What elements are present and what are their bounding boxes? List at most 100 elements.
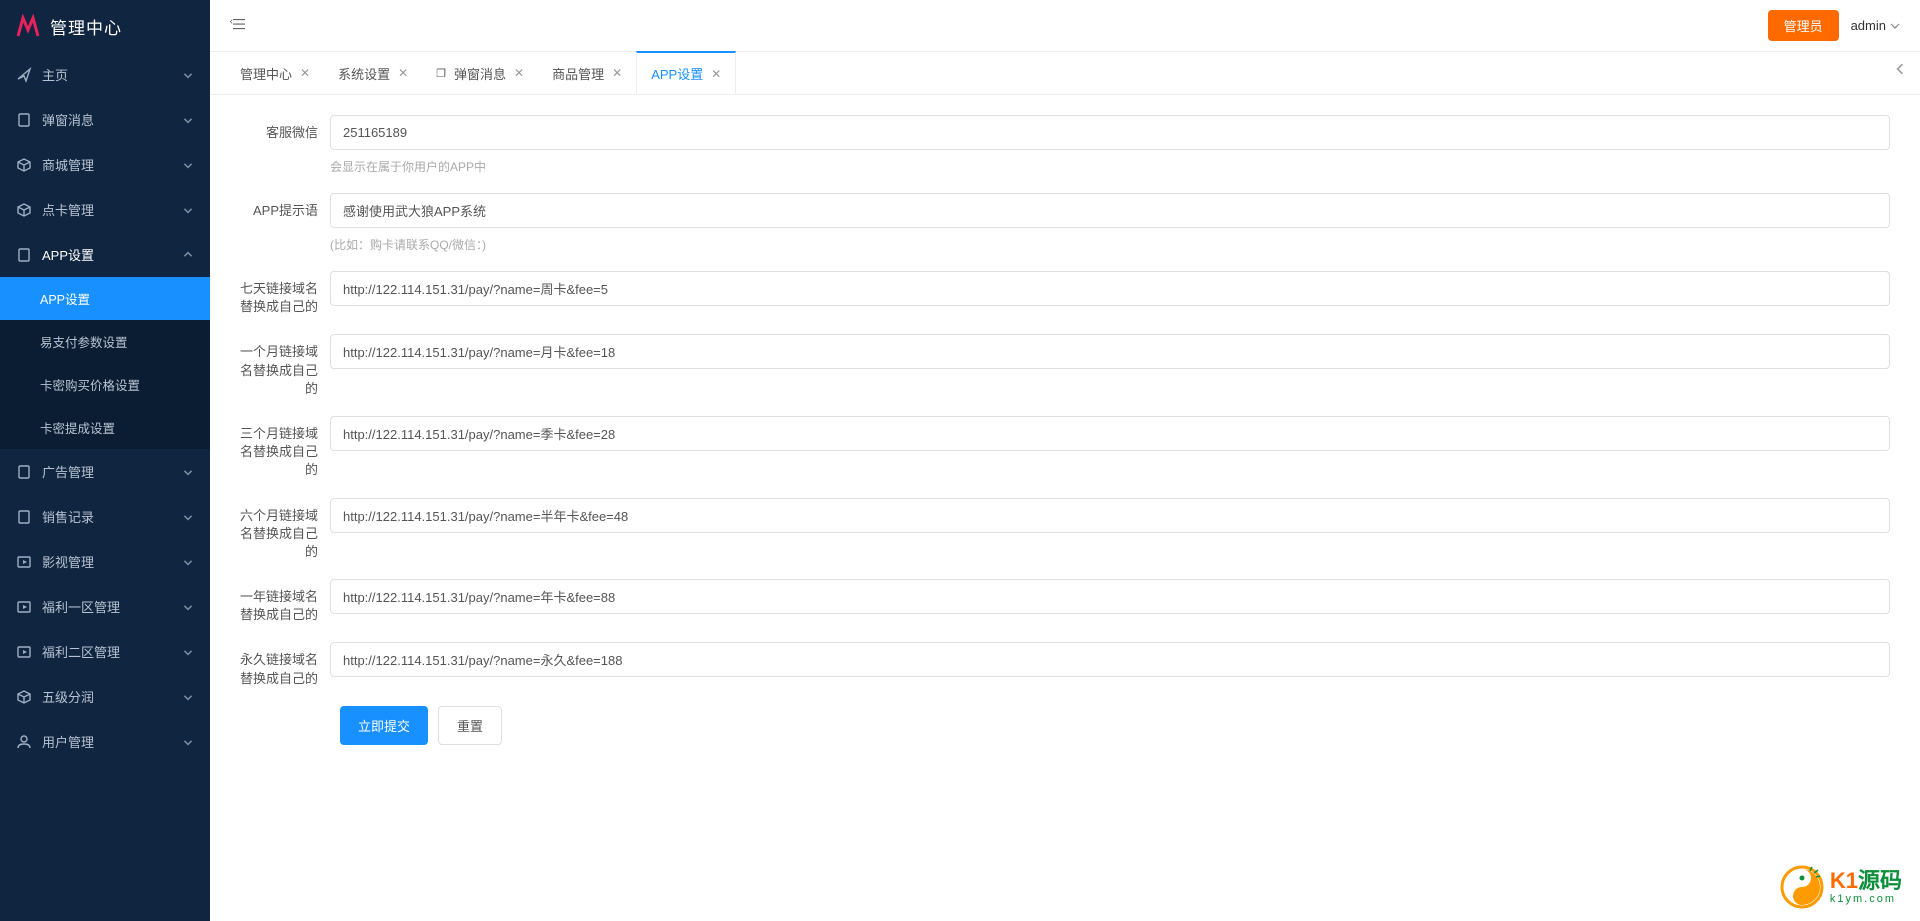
form-input-0[interactable] [330,115,1890,150]
form-input-1[interactable] [330,193,1890,228]
tab-close-icon[interactable]: ✕ [300,66,310,80]
wm-url: k1ym.com [1830,894,1902,905]
sidebar-item-11[interactable]: 用户管理 [0,719,210,764]
header: 管理员 admin [210,0,1920,52]
user-dropdown[interactable]: admin [1851,18,1900,33]
sidebar-item-6[interactable]: 销售记录 [0,494,210,539]
tab-close-icon[interactable]: ✕ [711,67,721,81]
chevron-down-icon [182,114,194,126]
tab-close-icon[interactable]: ✕ [514,66,524,80]
sidebar-item-label: APP设置 [42,245,182,264]
device-icon [16,509,32,525]
form-row-3: 一个月链接域名替换成自己的 [240,334,1890,398]
form-input-6[interactable] [330,579,1890,614]
sidebar-item-label: 弹窗消息 [42,110,182,129]
chevron-down-icon [182,159,194,171]
device-icon [16,464,32,480]
tab-2[interactable]: ❐弹窗消息✕ [422,52,538,94]
sidebar-header: 管理中心 [0,0,210,52]
sidebar-item-0[interactable]: 主页 [0,52,210,97]
sidebar-item-label: 商城管理 [42,155,182,174]
user-icon [16,734,32,750]
play-icon [16,644,32,660]
tab-label: 系统设置 [338,64,390,83]
collapse-sidebar-button[interactable] [230,15,248,36]
sidebar-item-label: 福利二区管理 [42,642,182,661]
form-actions: 立即提交 重置 [340,706,1890,745]
play-icon [16,599,32,615]
sidebar-item-2[interactable]: 商城管理 [0,142,210,187]
tab-label: APP设置 [651,64,703,83]
reset-button[interactable]: 重置 [438,706,502,745]
form-label: 一年链接域名替换成自己的 [240,579,330,624]
form-input-4[interactable] [330,416,1890,451]
sidebar-item-8[interactable]: 福利一区管理 [0,584,210,629]
form-label: APP提示语 [240,193,330,220]
sidebar-item-5[interactable]: 广告管理 [0,449,210,494]
form-row-5: 六个月链接域名替换成自己的 [240,498,1890,562]
cube-icon [16,157,32,173]
sidebar-subitem-4-1[interactable]: 易支付参数设置 [0,320,210,363]
sidebar-item-7[interactable]: 影视管理 [0,539,210,584]
play-icon [16,554,32,570]
sidebar-item-label: 用户管理 [42,732,182,751]
sidebar-item-label: 广告管理 [42,462,182,481]
sidebar-item-4[interactable]: APP设置 [0,232,210,277]
form-input-5[interactable] [330,498,1890,533]
user-name: admin [1851,18,1886,33]
tabs: 管理中心✕系统设置✕❐弹窗消息✕商品管理✕APP设置✕ [210,52,1920,95]
sidebar-item-3[interactable]: 点卡管理 [0,187,210,232]
tab-3[interactable]: 商品管理 ✕ [538,52,636,94]
tab-label: 弹窗消息 [454,64,506,83]
form-row-2: 七天链接域名替换成自己的 [240,271,1890,316]
sidebar-item-label: 点卡管理 [42,200,182,219]
sidebar-item-1[interactable]: 弹窗消息 [0,97,210,142]
tab-label: 商品管理 [552,64,604,83]
sidebar-item-label: 福利一区管理 [42,597,182,616]
wm-brand1: K1 [1830,868,1858,893]
send-icon [16,67,32,83]
form-input-2[interactable] [330,271,1890,306]
content: 客服微信会显示在属于你用户的APP中 APP提示语(比如：购卡请联系QQ/微信：)… [210,95,1920,921]
cube-icon [16,689,32,705]
sidebar-item-label: 五级分润 [42,687,182,706]
sidebar-item-label: 销售记录 [42,507,182,526]
form-label: 七天链接域名替换成自己的 [240,271,330,316]
form-row-4: 三个月链接域名替换成自己的 [240,416,1890,480]
chevron-down-icon [182,601,194,613]
sidebar-subitem-4-3[interactable]: 卡密提成设置 [0,406,210,449]
admin-badge[interactable]: 管理员 [1768,10,1839,41]
form-row-1: APP提示语(比如：购卡请联系QQ/微信：) [240,193,1890,253]
device-icon [16,247,32,263]
form-row-0: 客服微信会显示在属于你用户的APP中 [240,115,1890,175]
chevron-down-icon [182,736,194,748]
watermark-icon [1780,865,1824,909]
chevron-down-icon [182,204,194,216]
tab-4[interactable]: APP设置 ✕ [636,51,736,94]
form-hint: 会显示在属于你用户的APP中 [330,158,1890,175]
tabs-scroll-left[interactable] [1880,52,1920,94]
form-label: 一个月链接域名替换成自己的 [240,334,330,398]
main: 管理员 admin 管理中心✕系统设置✕❐弹窗消息✕商品管理✕APP设置✕ 客服… [210,0,1920,921]
chevron-down-icon [182,466,194,478]
sidebar-item-label: 影视管理 [42,552,182,571]
tab-close-icon[interactable]: ✕ [612,66,622,80]
form-input-7[interactable] [330,642,1890,677]
tab-0[interactable]: 管理中心 ✕ [226,52,324,94]
tab-label: 管理中心 [240,64,292,83]
form-input-3[interactable] [330,334,1890,369]
sidebar-item-9[interactable]: 福利二区管理 [0,629,210,674]
sidebar: 管理中心 主页弹窗消息商城管理点卡管理APP设置APP设置易支付参数设置卡密购买… [0,0,210,921]
logo-icon [16,14,40,38]
device-icon [16,112,32,128]
chevron-down-icon [182,249,194,261]
tab-1[interactable]: 系统设置 ✕ [324,52,422,94]
sidebar-item-10[interactable]: 五级分润 [0,674,210,719]
sidebar-subitem-4-0[interactable]: APP设置 [0,277,210,320]
sidebar-subitem-4-2[interactable]: 卡密购买价格设置 [0,363,210,406]
tab-close-icon[interactable]: ✕ [398,66,408,80]
submit-button[interactable]: 立即提交 [340,706,428,745]
chevron-down-icon [1890,21,1900,31]
form-label: 永久链接域名替换成自己的 [240,642,330,687]
wm-brand2: 源码 [1858,868,1902,893]
